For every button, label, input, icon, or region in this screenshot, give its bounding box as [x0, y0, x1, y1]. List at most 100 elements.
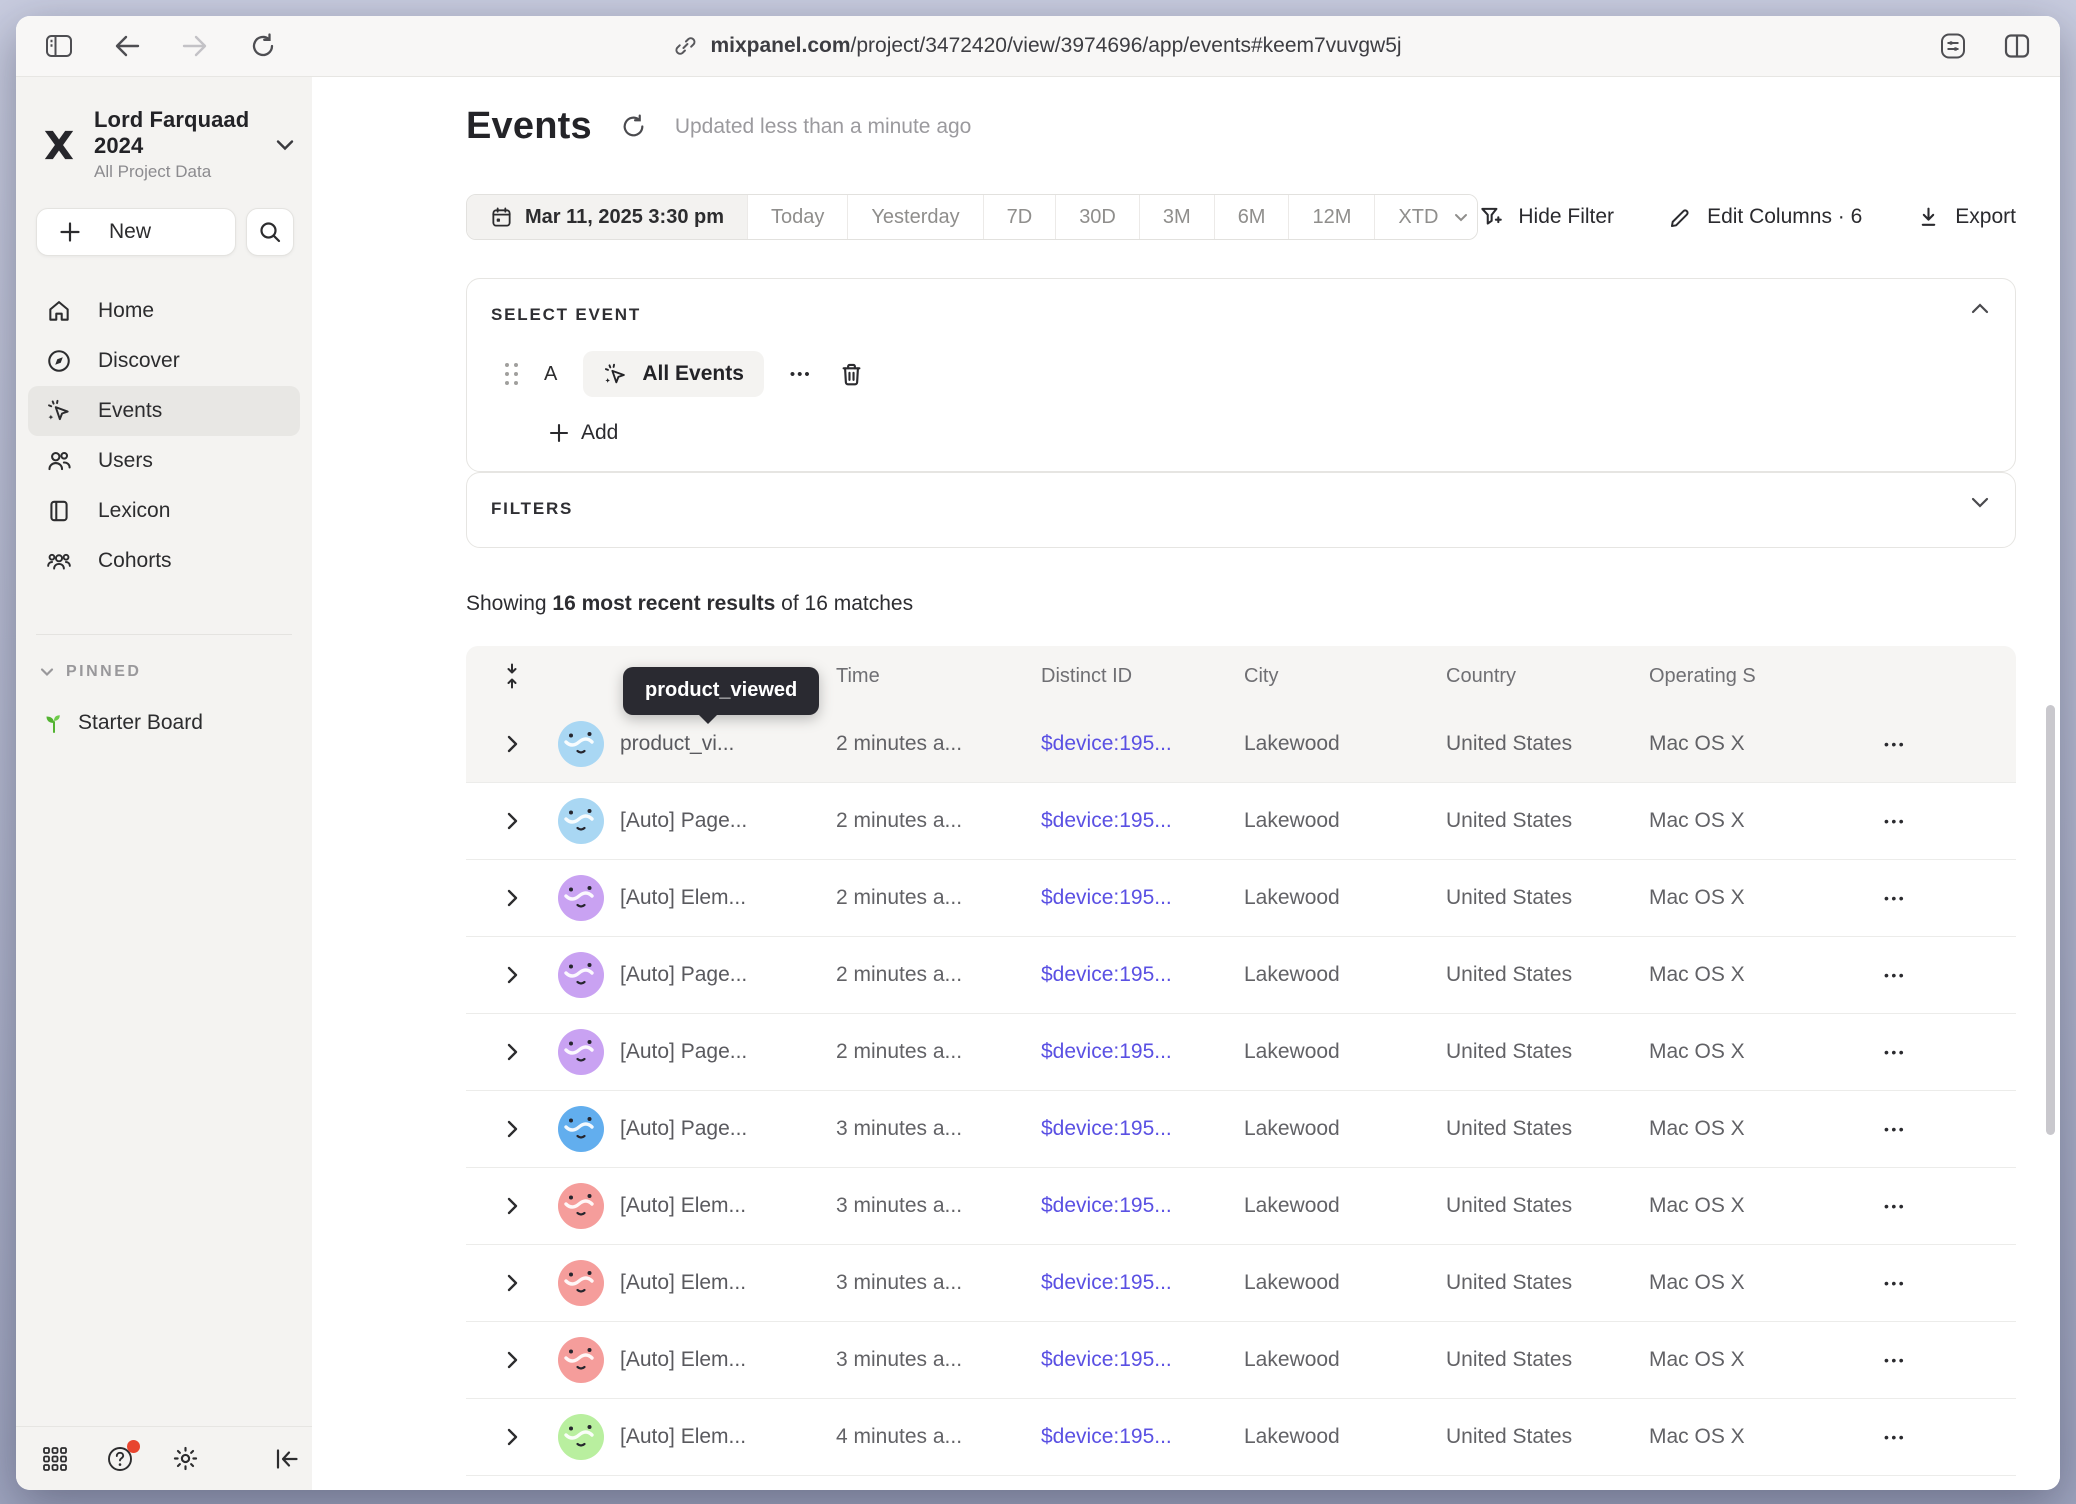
split-view-icon[interactable] [2000, 29, 2034, 63]
edit-columns-button[interactable]: Edit Columns · 6 [1668, 205, 1862, 230]
scrollbar-thumb[interactable] [2046, 705, 2055, 1135]
help-icon[interactable] [106, 1445, 134, 1473]
expand-row-icon[interactable] [507, 1428, 518, 1446]
cell-distinct-id-link[interactable]: $device:195... [1041, 886, 1244, 910]
sidebar-item-cohorts[interactable]: Cohorts [28, 536, 300, 586]
table-row[interactable]: [Auto] Elem... 3 minutes a... $device:19… [466, 1245, 2016, 1322]
tab-today[interactable]: Today [747, 195, 847, 239]
row-more-menu[interactable]: ••• [1829, 890, 2016, 906]
expand-row-icon[interactable] [507, 1043, 518, 1061]
expand-panel-icon[interactable] [1971, 497, 1989, 508]
row-more-menu[interactable]: ••• [1829, 1275, 2016, 1291]
add-event-button[interactable]: Add [549, 421, 1991, 445]
events-cursor-icon [603, 362, 628, 387]
expand-row-icon[interactable] [507, 889, 518, 907]
cell-distinct-id-link[interactable]: $device:195... [1041, 1040, 1244, 1064]
tab-yesterday[interactable]: Yesterday [847, 195, 982, 239]
project-switcher[interactable]: Lord Farquaad 2024 All Project Data [38, 107, 294, 182]
hide-filter-button[interactable]: Hide Filter [1478, 204, 1614, 230]
row-avatar [558, 1337, 604, 1383]
pinned-section-toggle[interactable]: PINNED [40, 663, 312, 681]
row-more-menu[interactable]: ••• [1829, 1429, 2016, 1445]
page-settings-icon[interactable] [1936, 29, 1970, 63]
table-row[interactable]: [Auto] Elem... 2 minutes a... $device:19… [466, 860, 2016, 937]
event-tooltip: product_viewed [623, 667, 819, 715]
sidebar-item-users[interactable]: Users [28, 436, 300, 486]
table-row[interactable]: [Auto] Page... 2 minutes a... $device:19… [466, 783, 2016, 860]
cell-distinct-id-link[interactable]: $device:195... [1041, 963, 1244, 987]
expand-row-icon[interactable] [507, 1274, 518, 1292]
cell-distinct-id-link[interactable]: $device:195... [1041, 1348, 1244, 1372]
expand-row-icon[interactable] [507, 1351, 518, 1369]
refresh-data-icon[interactable] [620, 113, 647, 140]
table-row[interactable]: [Auto] Elem... 4 minutes a... $device:19… [466, 1399, 2016, 1476]
table-row[interactable]: [Auto] Elem... 3 minutes a... $device:19… [466, 1322, 2016, 1399]
row-more-menu[interactable]: ••• [1829, 813, 2016, 829]
cell-distinct-id-link[interactable]: $device:195... [1041, 809, 1244, 833]
expand-row-icon[interactable] [507, 735, 518, 753]
sidebar-item-discover[interactable]: Discover [28, 336, 300, 386]
pinned-item-starter-board[interactable]: Starter Board [42, 711, 312, 735]
table-row[interactable]: [Auto] Page... 2 minutes a... $device:19… [466, 1014, 2016, 1091]
expand-row-icon[interactable] [507, 966, 518, 984]
tab-xtd[interactable]: XTD [1374, 195, 1478, 239]
sidebar-item-label: Events [98, 399, 162, 423]
event-selector-chip[interactable]: All Events [583, 351, 764, 397]
table-row[interactable]: [Auto] Page... 2 minutes a... $device:19… [466, 937, 2016, 1014]
cell-event-name: [Auto] Page... [620, 1117, 836, 1141]
expand-row-icon[interactable] [507, 812, 518, 830]
row-more-menu[interactable]: ••• [1829, 967, 2016, 983]
new-button[interactable]: New [36, 208, 236, 256]
trash-icon[interactable] [838, 361, 865, 388]
drag-handle-icon[interactable] [505, 363, 518, 385]
tab-6m[interactable]: 6M [1214, 195, 1289, 239]
row-more-menu[interactable]: ••• [1829, 1198, 2016, 1214]
date-range-value: Mar 11, 2025 3:30 pm [525, 206, 724, 229]
tab-30d[interactable]: 30D [1055, 195, 1139, 239]
export-button[interactable]: Export [1916, 205, 2016, 230]
cell-event-name: [Auto] Elem... [620, 886, 836, 910]
url-bar[interactable]: mixpanel.com/project/3472420/view/397469… [674, 34, 1401, 58]
cell-distinct-id-link[interactable]: $device:195... [1041, 732, 1244, 756]
cell-distinct-id-link[interactable]: $device:195... [1041, 1117, 1244, 1141]
tab-7d[interactable]: 7D [983, 195, 1056, 239]
collapse-panel-icon[interactable] [1971, 303, 1989, 314]
cell-distinct-id-link[interactable]: $device:195... [1041, 1194, 1244, 1218]
table-row[interactable]: [Auto] Page... 3 minutes a... $device:19… [466, 1091, 2016, 1168]
sidebar-item-home[interactable]: Home [28, 286, 300, 336]
cell-city: Lakewood [1244, 886, 1446, 910]
refresh-icon[interactable] [246, 29, 280, 63]
cell-distinct-id-link[interactable]: $device:195... [1041, 1425, 1244, 1449]
cell-os: Mac OS X [1649, 1271, 1829, 1295]
table-row[interactable]: [Auto] Elem... 3 minutes a... $device:19… [466, 1168, 2016, 1245]
cell-distinct-id-link[interactable]: $device:195... [1041, 1271, 1244, 1295]
sidebar-item-lexicon[interactable]: Lexicon [28, 486, 300, 536]
browser-window: mixpanel.com/project/3472420/view/397469… [16, 16, 2060, 1490]
sidebar-toggle-icon[interactable] [42, 29, 76, 63]
date-picker-segment[interactable]: Mar 11, 2025 3:30 pm [467, 195, 747, 239]
row-avatar [558, 1106, 604, 1152]
notification-dot [127, 1440, 140, 1453]
row-avatar [558, 798, 604, 844]
collapse-sidebar-icon[interactable] [275, 1448, 299, 1470]
tab-3m[interactable]: 3M [1139, 195, 1214, 239]
row-more-menu[interactable]: ••• [1829, 1044, 2016, 1060]
hide-filter-label: Hide Filter [1518, 205, 1614, 229]
table-row[interactable] [466, 1476, 2016, 1490]
gear-icon[interactable] [172, 1445, 199, 1472]
event-more-menu[interactable]: ••• [790, 366, 812, 383]
back-icon[interactable] [110, 29, 144, 63]
row-more-menu[interactable]: ••• [1829, 1121, 2016, 1137]
row-more-menu[interactable]: ••• [1829, 1352, 2016, 1368]
expand-row-icon[interactable] [507, 1120, 518, 1138]
apps-grid-icon[interactable] [42, 1446, 68, 1472]
cell-country: United States [1446, 1348, 1649, 1372]
row-more-menu[interactable]: ••• [1829, 736, 2016, 752]
collapse-rows-icon[interactable] [504, 663, 520, 689]
search-button[interactable] [246, 208, 294, 256]
cell-country: United States [1446, 1194, 1649, 1218]
sidebar-item-events[interactable]: Events [28, 386, 300, 436]
tab-12m[interactable]: 12M [1288, 195, 1374, 239]
expand-row-icon[interactable] [507, 1197, 518, 1215]
row-avatar [558, 1414, 604, 1460]
